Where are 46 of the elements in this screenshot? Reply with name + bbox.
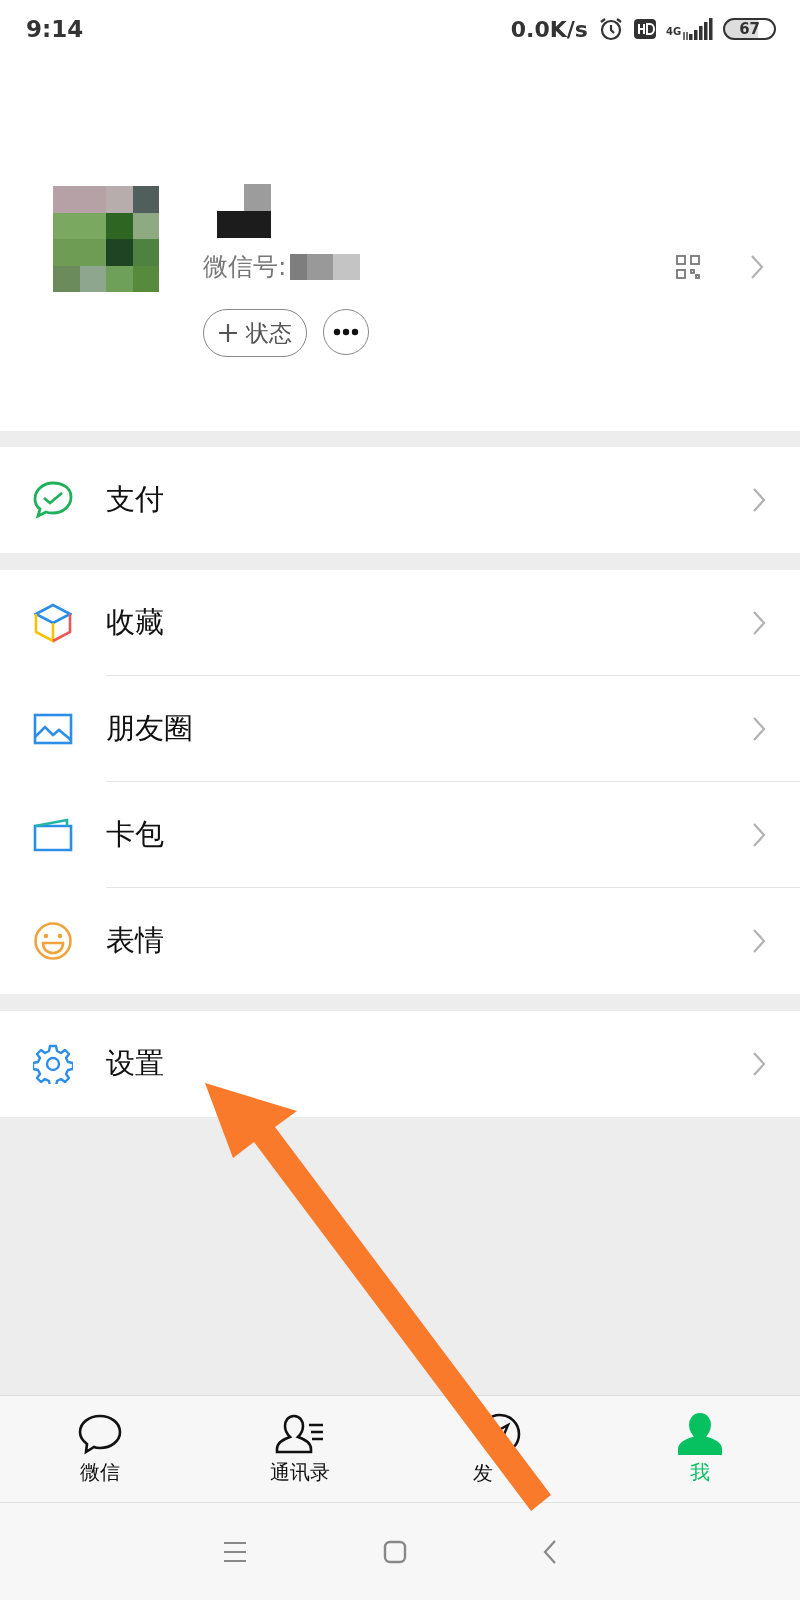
- back-icon[interactable]: [543, 1538, 557, 1565]
- plus-icon: [218, 323, 238, 343]
- card-icon: [33, 818, 73, 852]
- chevron-icon[interactable]: [750, 253, 764, 280]
- more-icon: [333, 328, 359, 336]
- redacted-name: [217, 184, 271, 238]
- chat-bubble-icon: [77, 1412, 123, 1455]
- qr-code-icon[interactable]: [676, 254, 700, 279]
- more-button[interactable]: [323, 309, 369, 355]
- chevron-icon: [752, 715, 766, 742]
- menu-item[interactable]: 收藏: [0, 570, 800, 676]
- contacts-icon: [274, 1412, 326, 1455]
- wechat-id-label: 微信号:: [203, 251, 287, 283]
- add-status-button[interactable]: 状态: [203, 309, 307, 357]
- signal-icon: [683, 18, 714, 40]
- chevron-icon: [752, 928, 766, 954]
- battery-indicator: 67: [723, 18, 776, 40]
- tab[interactable]: 通讯录: [200, 1396, 400, 1502]
- cube-icon: [34, 603, 72, 643]
- menu-label: 表情: [106, 922, 164, 959]
- menu-item[interactable]: 表情: [0, 888, 800, 994]
- home-icon[interactable]: [383, 1539, 407, 1564]
- menu-icon[interactable]: [223, 1540, 247, 1563]
- network-speed: 0.0K/s: [510, 16, 588, 42]
- chevron-icon: [752, 487, 766, 513]
- tab[interactable]: 微信: [0, 1396, 200, 1502]
- menu-label: 收藏: [106, 603, 164, 641]
- chevron-icon: [752, 1051, 766, 1077]
- menu-label: 设置: [106, 1045, 164, 1082]
- menu-label: 支付: [106, 481, 164, 518]
- menu-item[interactable]: 朋友圈: [0, 676, 800, 782]
- network-type: 4G: [665, 26, 682, 37]
- menu-item[interactable]: 卡包: [0, 782, 800, 888]
- menu-item[interactable]: 设置: [0, 1011, 800, 1117]
- menu-label: 朋友圈: [106, 709, 193, 747]
- redacted-id: [290, 253, 361, 280]
- menu-item[interactable]: 支付: [0, 447, 800, 553]
- person-icon: [677, 1412, 723, 1455]
- smiley-icon: [33, 921, 73, 961]
- chevron-icon: [752, 609, 766, 636]
- settings-icon: [33, 1044, 73, 1084]
- menu-label: 卡包: [106, 815, 164, 853]
- chevron-icon: [752, 821, 766, 848]
- hd-icon: [633, 19, 656, 39]
- status-time: 9:14: [26, 16, 84, 42]
- image-icon: [33, 713, 73, 745]
